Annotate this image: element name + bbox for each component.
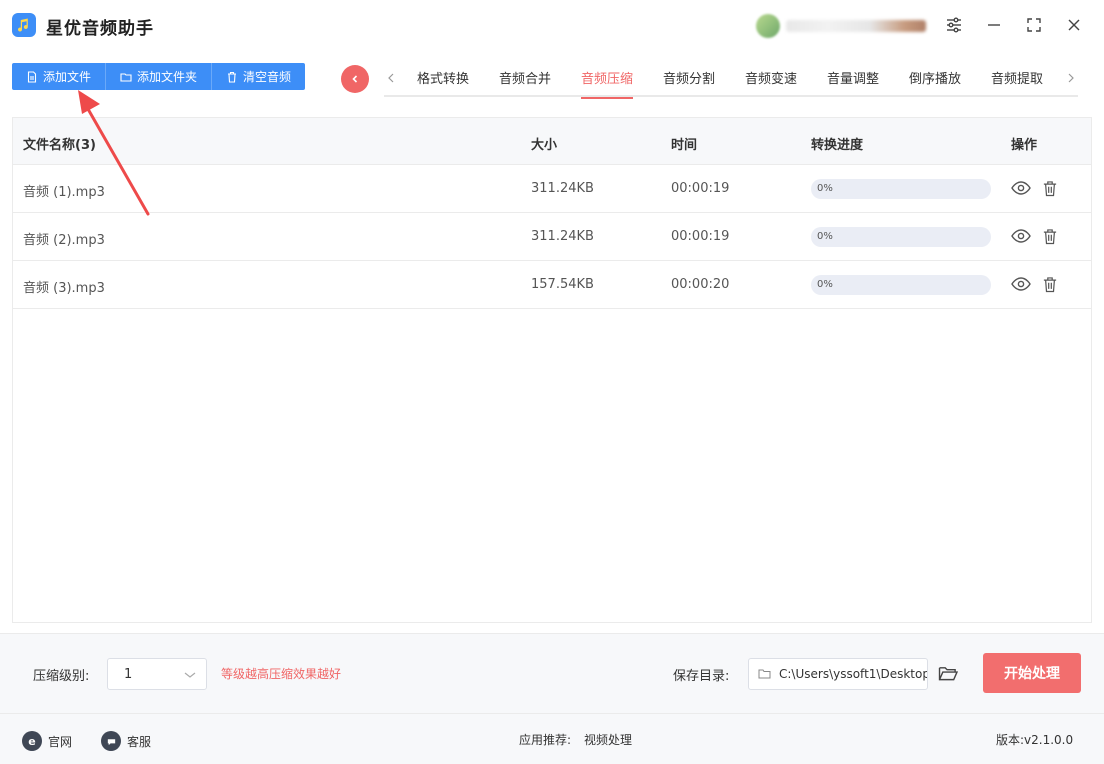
tab-audio-speed[interactable]: 音频变速 xyxy=(745,68,797,97)
file-size: 157.54KB xyxy=(531,277,594,292)
music-note-icon xyxy=(12,13,36,37)
website-link[interactable]: e 官网 xyxy=(22,731,72,751)
tab-scroll-right-icon[interactable] xyxy=(1064,70,1078,86)
progress-bar: 0% xyxy=(811,275,991,295)
compression-hint: 等级越高压缩效果越好 xyxy=(221,667,342,681)
add-file-button[interactable]: 添加文件 xyxy=(12,63,107,90)
table-row[interactable]: 音频 (3).mp3 157.54KB 00:00:20 0% xyxy=(13,261,1091,309)
tab-audio-merge[interactable]: 音频合并 xyxy=(499,68,551,97)
file-icon xyxy=(26,70,38,83)
chat-bubble-icon xyxy=(101,731,121,751)
table-header: 文件名称(3) 大小 时间 转换进度 操作 xyxy=(13,118,1091,165)
settings-sliders-icon[interactable] xyxy=(943,14,965,36)
header-time: 时间 xyxy=(671,138,698,153)
file-table: 文件名称(3) 大小 时间 转换进度 操作 音频 (1).mp3 311.24K… xyxy=(12,117,1092,623)
file-duration: 00:00:19 xyxy=(671,229,730,244)
delete-trash-icon[interactable] xyxy=(1039,177,1061,199)
website-label: 官网 xyxy=(48,734,73,749)
file-duration: 00:00:19 xyxy=(671,181,730,196)
tab-volume-adjust[interactable]: 音量调整 xyxy=(827,68,879,97)
compression-level-label: 压缩级别: xyxy=(33,669,90,684)
table-row[interactable]: 音频 (2).mp3 311.24KB 00:00:19 0% xyxy=(13,213,1091,261)
preview-eye-icon[interactable] xyxy=(1010,225,1032,247)
table-row[interactable]: 音频 (1).mp3 311.24KB 00:00:19 0% xyxy=(13,165,1091,213)
folder-outline-icon xyxy=(758,668,771,680)
version-text: 版本:v2.1.0.0 xyxy=(996,733,1074,747)
clear-audio-button[interactable]: 清空音频 xyxy=(212,63,306,90)
save-path-input[interactable]: C:\Users\yssoft1\Desktop xyxy=(748,658,928,690)
save-path-value: C:\Users\yssoft1\Desktop xyxy=(779,667,928,681)
header-progress: 转换进度 xyxy=(811,138,864,153)
title-bar: 星优音频助手 xyxy=(0,0,1104,52)
tab-reverse-play[interactable]: 倒序播放 xyxy=(909,68,961,97)
header-size: 大小 xyxy=(531,138,558,153)
progress-text: 0% xyxy=(817,231,833,242)
user-name-blurred xyxy=(786,20,926,32)
trash-icon xyxy=(226,71,238,83)
maximize-icon[interactable] xyxy=(1023,14,1045,36)
function-tabs: 格式转换 音频合并 音频压缩 音频分割 音频变速 音量调整 倒序播放 音频提取 xyxy=(384,60,1078,99)
file-duration: 00:00:20 xyxy=(671,277,730,292)
folder-icon xyxy=(120,71,132,83)
header-filename: 文件名称(3) xyxy=(23,138,96,153)
file-size: 311.24KB xyxy=(531,229,594,244)
progress-text: 0% xyxy=(817,279,833,290)
tab-audio-extract[interactable]: 音频提取 xyxy=(991,68,1043,97)
delete-trash-icon[interactable] xyxy=(1039,225,1061,247)
add-file-label: 添加文件 xyxy=(43,70,92,84)
progress-bar: 0% xyxy=(811,227,991,247)
add-folder-label: 添加文件夹 xyxy=(137,70,198,84)
start-processing-button[interactable]: 开始处理 xyxy=(983,653,1081,693)
file-name: 音频 (1).mp3 xyxy=(23,185,105,200)
progress-bar: 0% xyxy=(811,179,991,199)
user-account[interactable] xyxy=(756,14,926,38)
status-bar: e 官网 客服 应用推荐: 视频处理 版本:v2.1.0.0 xyxy=(0,713,1104,764)
add-folder-button[interactable]: 添加文件夹 xyxy=(106,63,213,90)
ie-browser-icon: e xyxy=(22,731,42,751)
support-label: 客服 xyxy=(127,734,152,749)
tab-audio-split[interactable]: 音频分割 xyxy=(663,68,715,97)
preview-eye-icon[interactable] xyxy=(1010,273,1032,295)
header-actions: 操作 xyxy=(1011,138,1038,153)
avatar xyxy=(756,14,780,38)
file-name: 音频 (3).mp3 xyxy=(23,281,105,296)
close-icon[interactable] xyxy=(1063,14,1085,36)
tab-format-convert[interactable]: 格式转换 xyxy=(417,68,469,97)
compression-level-value: 1 xyxy=(124,667,133,682)
file-toolbar: 添加文件 添加文件夹 清空音频 xyxy=(12,63,306,90)
file-name: 音频 (2).mp3 xyxy=(23,233,105,248)
app-title: 星优音频助手 xyxy=(46,19,154,39)
open-folder-icon[interactable] xyxy=(937,662,959,684)
recommend-label: 应用推荐: xyxy=(519,733,572,747)
tab-audio-compress[interactable]: 音频压缩 xyxy=(581,68,634,99)
minimize-icon[interactable] xyxy=(983,14,1005,36)
progress-text: 0% xyxy=(817,183,833,194)
settings-panel: 压缩级别: 1 等级越高压缩效果越好 保存目录: C:\Users\yssoft… xyxy=(0,633,1104,713)
tab-scroll-left-icon[interactable] xyxy=(384,70,398,86)
support-link[interactable]: 客服 xyxy=(101,731,151,751)
save-directory-label: 保存目录: xyxy=(673,669,730,684)
chevron-down-icon xyxy=(184,670,196,680)
collapse-toolbar-button[interactable] xyxy=(341,65,369,93)
delete-trash-icon[interactable] xyxy=(1039,273,1061,295)
preview-eye-icon[interactable] xyxy=(1010,177,1032,199)
chevron-left-icon xyxy=(352,75,358,83)
compression-level-select[interactable]: 1 xyxy=(107,658,207,690)
file-size: 311.24KB xyxy=(531,181,594,196)
clear-audio-label: 清空音频 xyxy=(243,70,292,84)
recommend-video-link[interactable]: 视频处理 xyxy=(584,731,632,748)
